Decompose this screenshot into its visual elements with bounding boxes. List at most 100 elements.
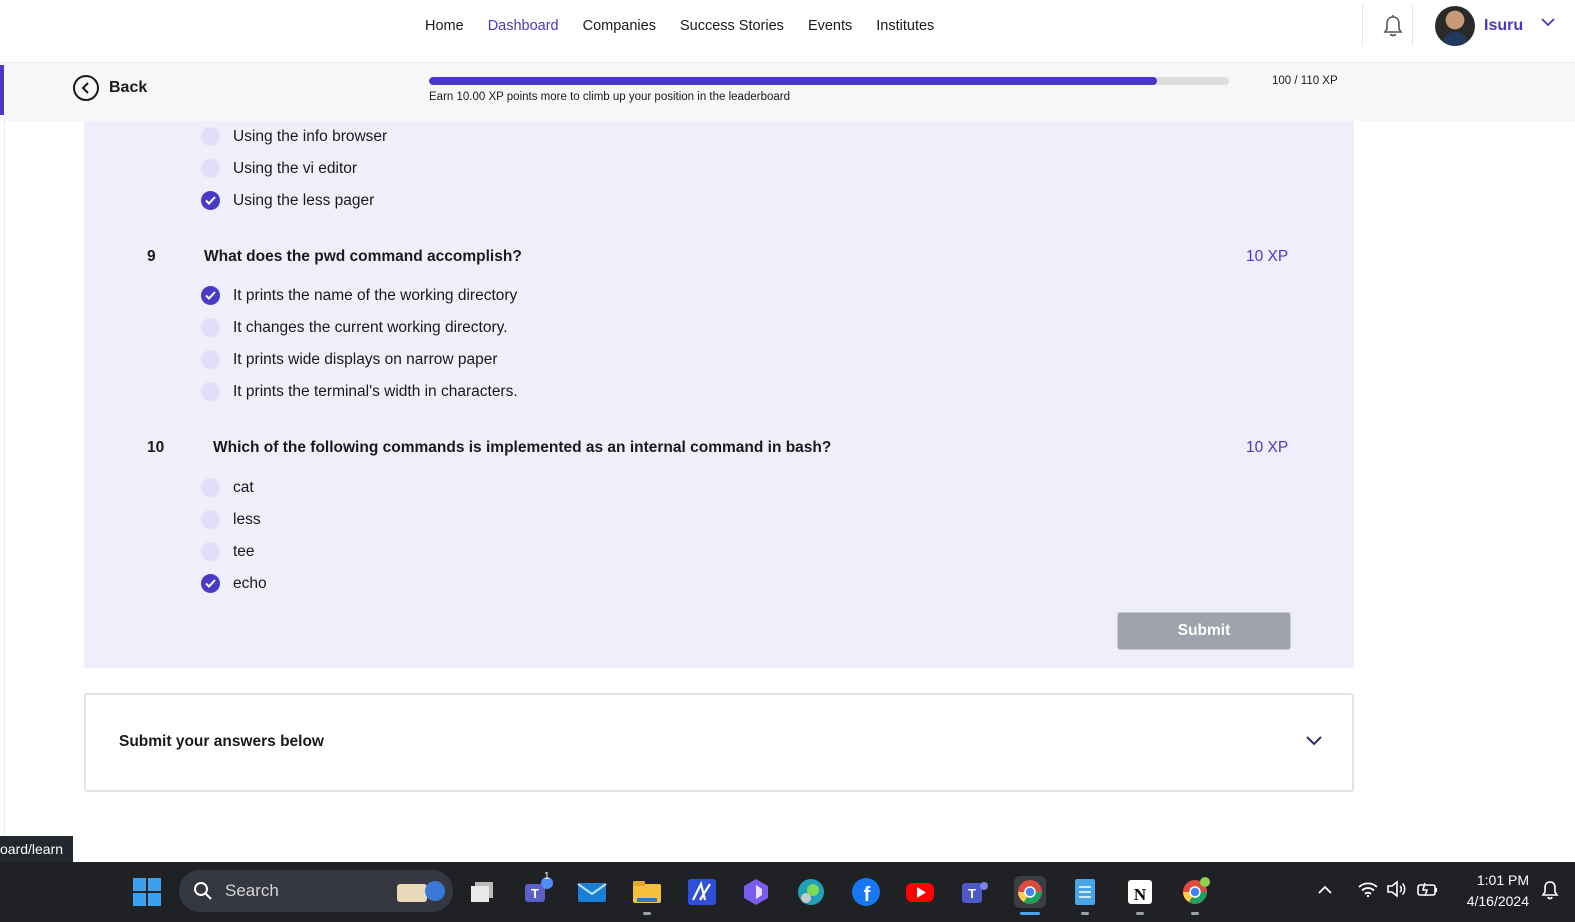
chevron-up-icon[interactable] (1317, 884, 1333, 896)
chevron-down-icon[interactable] (1305, 735, 1323, 747)
question-xp: 10 XP (1246, 439, 1289, 456)
nav-link-home[interactable]: Home (425, 18, 464, 34)
radio-unchecked[interactable] (201, 127, 220, 146)
teams-icon[interactable]: T (959, 876, 991, 908)
xp-progress-fill (429, 77, 1157, 85)
radio-checked[interactable] (201, 286, 220, 305)
accent-stripe (0, 65, 4, 115)
nav-divider (1412, 4, 1413, 46)
option-q9-3[interactable]: It prints wide displays on narrow paper (201, 350, 498, 369)
running-indicator (643, 912, 651, 915)
question-number: 10 (147, 439, 165, 456)
search-icon (194, 882, 212, 900)
option-q10-3[interactable]: tee (201, 542, 255, 561)
option-q8-3[interactable]: Using the less pager (201, 191, 374, 210)
radio-unchecked[interactable] (201, 510, 220, 529)
taskbar-search[interactable]: Search (179, 870, 453, 912)
question-number: 9 (147, 248, 156, 265)
bell-icon[interactable] (1382, 14, 1404, 38)
checkmark-icon (205, 579, 216, 588)
option-q8-2[interactable]: Using the vi editor (201, 159, 357, 178)
option-label: It prints wide displays on narrow paper (233, 350, 498, 368)
svg-text:f: f (864, 884, 871, 906)
option-label: echo (233, 574, 267, 592)
wifi-icon[interactable] (1357, 880, 1379, 898)
option-q9-2[interactable]: It changes the current working directory… (201, 318, 508, 337)
notion-icon[interactable]: N (1124, 876, 1156, 908)
nav-links: Home Dashboard Companies Success Stories… (425, 18, 958, 34)
option-label: less (233, 510, 261, 528)
question-text: What does the pwd command accomplish? (204, 248, 522, 265)
option-q10-2[interactable]: less (201, 510, 261, 529)
notepad-icon[interactable] (1069, 876, 1101, 908)
svg-text:T: T (531, 886, 539, 901)
copilot-icon[interactable] (740, 876, 772, 908)
clock-date: 4/16/2024 (1466, 893, 1529, 909)
left-rail-divider (4, 121, 5, 861)
progress-header: Back Earn 10.00 XP points more to climb … (0, 63, 1575, 121)
running-indicator (1191, 912, 1199, 915)
option-label: Using the vi editor (233, 159, 358, 177)
task-view-icon[interactable] (467, 876, 499, 908)
radio-unchecked[interactable] (201, 542, 220, 561)
nav-link-companies[interactable]: Companies (583, 18, 656, 34)
avatar[interactable] (1435, 6, 1475, 46)
status-url-tooltip: oard/learn (0, 836, 74, 862)
accordion-title: Submit your answers below (119, 733, 324, 750)
checkmark-icon (205, 291, 216, 300)
running-indicator (1081, 912, 1089, 915)
chevron-down-icon[interactable] (1540, 16, 1556, 28)
svg-text:T: T (968, 886, 976, 901)
radio-checked[interactable] (201, 574, 220, 593)
radio-unchecked[interactable] (201, 350, 220, 369)
submit-answers-accordion[interactable]: Submit your answers below (84, 693, 1354, 792)
nav-link-success-stories[interactable]: Success Stories (680, 18, 784, 34)
radio-checked[interactable] (201, 191, 220, 210)
option-label: cat (233, 478, 254, 496)
option-q9-1[interactable]: It prints the name of the working direct… (201, 286, 517, 305)
option-label: Using the less pager (233, 191, 375, 209)
search-placeholder: Search (225, 881, 279, 900)
xp-readout: 100 / 110 XP (1272, 75, 1338, 87)
running-indicator (1136, 912, 1144, 915)
back-button[interactable]: Back (73, 75, 147, 101)
radio-unchecked[interactable] (201, 318, 220, 337)
facebook-icon[interactable]: f (850, 876, 882, 908)
file-explorer-icon[interactable] (631, 876, 663, 908)
nav-link-dashboard[interactable]: Dashboard (488, 18, 559, 34)
teams-badge: 1 (544, 871, 550, 882)
radio-unchecked[interactable] (201, 478, 220, 497)
option-q10-4[interactable]: echo (201, 574, 267, 593)
math-app-icon[interactable] (686, 876, 718, 908)
chrome-profile-icon[interactable] (1179, 876, 1211, 908)
checkmark-icon (205, 196, 216, 205)
battery-icon[interactable] (1416, 880, 1440, 898)
back-arrow-icon (73, 75, 99, 101)
option-q10-1[interactable]: cat (201, 478, 254, 497)
youtube-icon[interactable] (904, 876, 936, 908)
xp-progress-bar (429, 77, 1229, 85)
notification-icon[interactable] (1540, 879, 1560, 901)
nav-link-institutes[interactable]: Institutes (876, 18, 934, 34)
windows-start-icon[interactable] (131, 876, 163, 908)
option-q8-1[interactable]: Using the info browser (201, 127, 387, 146)
nav-link-events[interactable]: Events (808, 18, 852, 34)
svg-text:N: N (1134, 885, 1147, 904)
option-label: tee (233, 542, 255, 560)
quiz-panel: Using the info browser Using the vi edit… (84, 121, 1354, 668)
option-label: It prints the terminal's width in charac… (233, 382, 518, 400)
system-clock[interactable]: 1:01 PM 4/16/2024 (1467, 870, 1529, 912)
option-q9-4[interactable]: It prints the terminal's width in charac… (201, 382, 518, 401)
volume-icon[interactable] (1386, 880, 1408, 898)
radio-unchecked[interactable] (201, 382, 220, 401)
chrome-icon[interactable] (1014, 876, 1046, 908)
question-xp: 10 XP (1246, 248, 1289, 265)
taskbar: Search T 1 f T N 1:01 PM 4/16/2024 (0, 862, 1575, 922)
mail-icon[interactable] (576, 876, 608, 908)
submit-button[interactable]: Submit (1117, 612, 1291, 650)
radio-unchecked[interactable] (201, 159, 220, 178)
user-name[interactable]: Isuru (1484, 17, 1523, 35)
edge-browser-icon[interactable] (795, 876, 827, 908)
option-label: It prints the name of the working direct… (233, 286, 518, 304)
xp-caption: Earn 10.00 XP points more to climb up yo… (429, 91, 790, 103)
